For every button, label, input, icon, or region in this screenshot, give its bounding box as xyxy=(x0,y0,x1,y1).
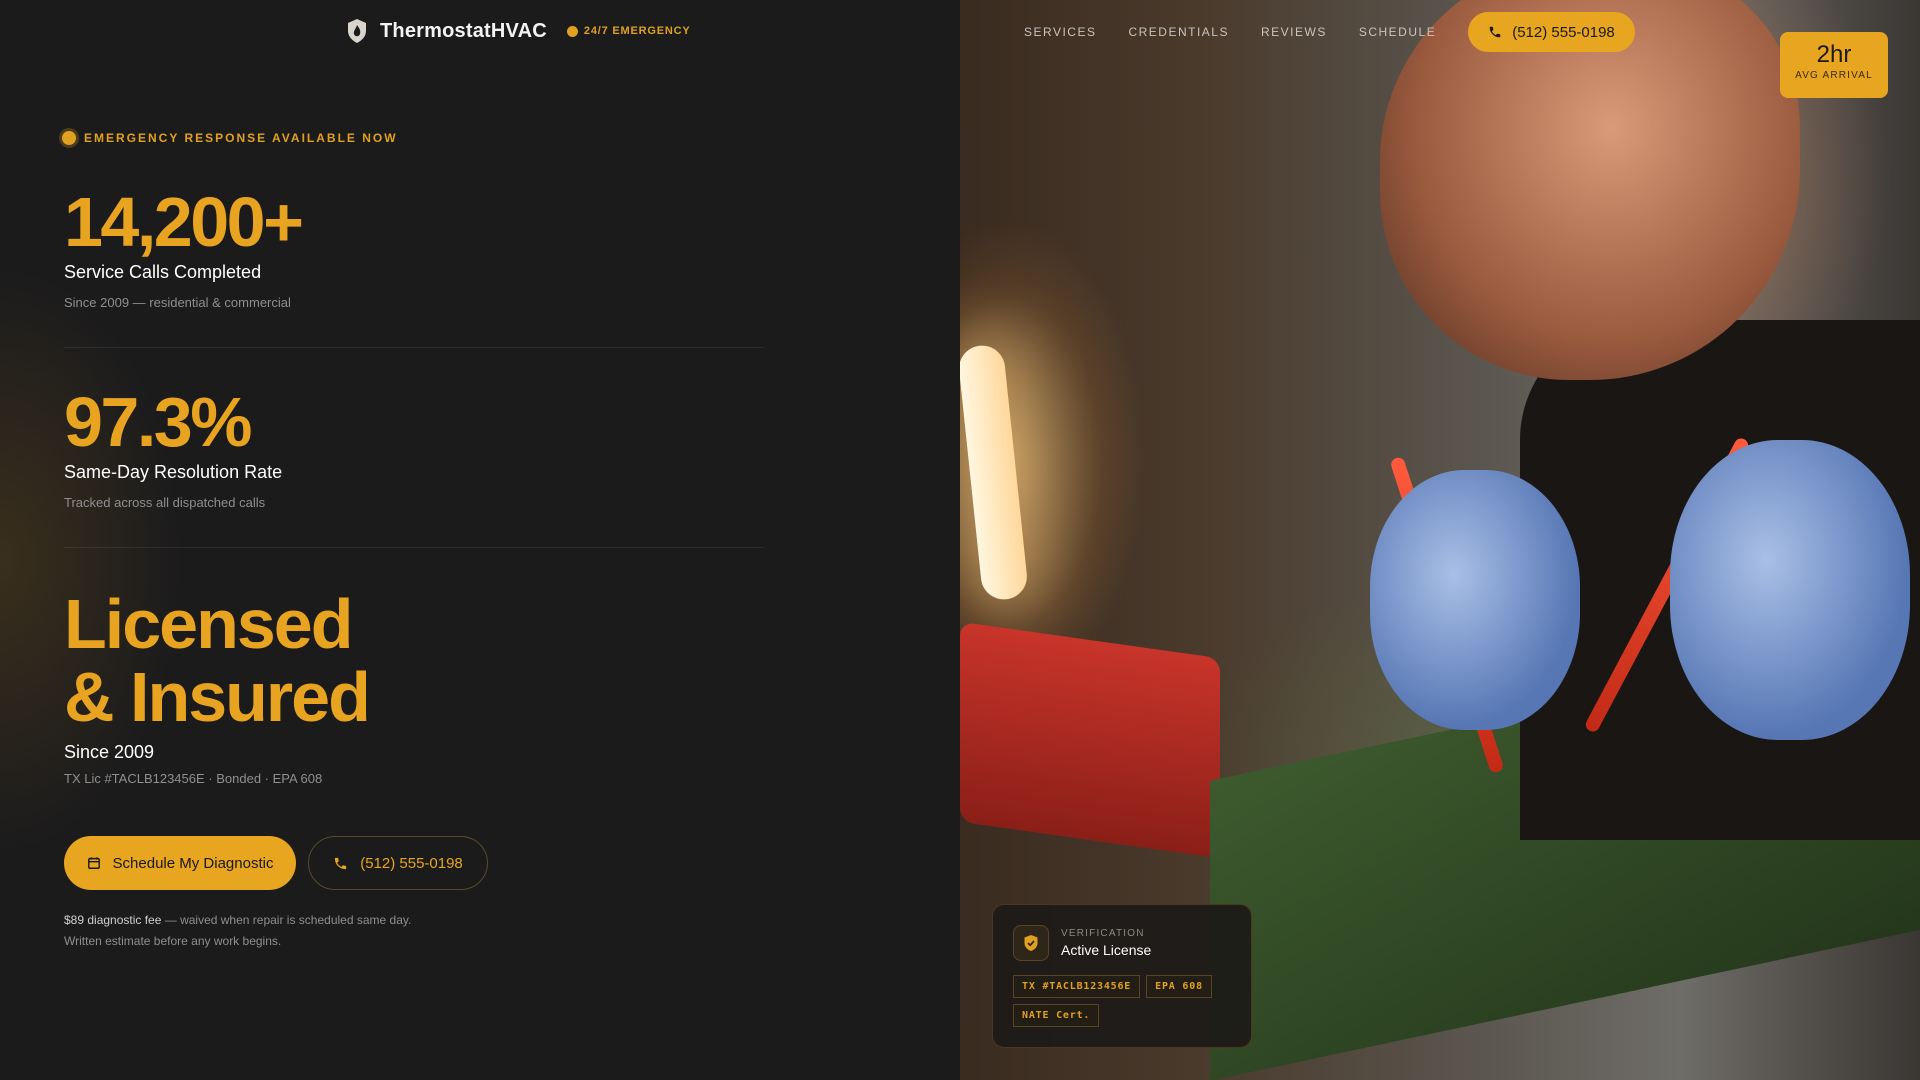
since-year: Since 2009 xyxy=(64,742,155,762)
nav-credentials[interactable]: CREDENTIALS xyxy=(1128,25,1229,39)
brand-name: ThermostatHVAC xyxy=(380,19,547,42)
verification-card: VERIFICATION Active License TX #TACLB123… xyxy=(992,904,1252,1048)
stat-subtext: Since 2009 — residential & commercial xyxy=(64,295,291,310)
emergency-label: 24/7 EMERGENCY xyxy=(583,25,691,37)
verification-kicker: VERIFICATION xyxy=(1061,928,1145,939)
phone-icon xyxy=(1489,26,1501,38)
fee-terms: — waived when repair is scheduled same d… xyxy=(161,913,412,927)
fee-amount: $89 diagnostic fee xyxy=(64,913,162,927)
work-lamp xyxy=(960,343,1030,602)
stat-label: Service Calls Completed xyxy=(64,262,262,282)
gloved-hand xyxy=(1370,470,1580,730)
credential-tag-nate: NATE Cert. xyxy=(1013,1004,1100,1027)
phone-icon xyxy=(335,857,347,869)
calendar-icon xyxy=(87,857,100,869)
diagnostic-fee-note: $89 diagnostic fee — waived when repair … xyxy=(64,910,411,952)
stat-value: 97.3% xyxy=(64,383,252,461)
emergency-badge: 24/7 EMERGENCY xyxy=(566,25,691,37)
verification-title: Active License xyxy=(1061,942,1152,958)
main-nav: SERVICES CREDENTIALS REVIEWS SCHEDULE (5… xyxy=(1024,12,1635,52)
flame-shield-icon xyxy=(346,18,368,44)
status-dot-icon xyxy=(566,25,578,37)
brand[interactable]: ThermostatHVAC 24/7 EMERGENCY xyxy=(346,18,690,44)
call-phone-button[interactable]: (512) 555-0198 xyxy=(308,836,488,890)
stat-label: Same-Day Resolution Rate xyxy=(64,462,283,482)
headline-line: Licensed xyxy=(64,585,353,663)
arrival-label: AVG ARRIVAL xyxy=(1795,70,1873,81)
stat-resolution-rate: 97.3% Same-Day Resolution Rate Tracked a… xyxy=(64,384,282,510)
call-phone-label: (512) 555-0198 xyxy=(360,854,463,872)
stat-service-calls: 14,200+ Service Calls Completed Since 20… xyxy=(64,183,304,310)
verification-header: VERIFICATION Active License xyxy=(1013,925,1231,961)
shield-icon xyxy=(1013,925,1049,961)
license-details: TX Lic #TACLB123456E · Bonded · EPA 608 xyxy=(64,771,323,786)
availability-text: EMERGENCY RESPONSE AVAILABLE NOW xyxy=(84,131,398,145)
divider xyxy=(64,547,764,548)
headline-line: & Insured xyxy=(64,658,371,736)
credential-tags: TX #TACLB123456E EPA 608 NATE Cert. xyxy=(1013,975,1231,1027)
nav-call-button[interactable]: (512) 555-0198 xyxy=(1468,12,1635,52)
nav-reviews[interactable]: REVIEWS xyxy=(1261,25,1327,39)
nav-services[interactable]: SERVICES xyxy=(1024,25,1096,39)
stat-subtext: Tracked across all dispatched calls xyxy=(64,495,266,510)
fee-line-1: $89 diagnostic fee — waived when repair … xyxy=(64,910,411,931)
avg-arrival-badge: 2hr AVG ARRIVAL xyxy=(1780,32,1888,98)
credential-tag-epa: EPA 608 xyxy=(1146,975,1212,998)
licensed-headline: Licensed & Insured xyxy=(64,585,371,736)
stat-value: 14,200+ xyxy=(64,183,304,261)
fee-line-2: Written estimate before any work begins. xyxy=(64,934,282,948)
schedule-diagnostic-button[interactable]: Schedule My Diagnostic xyxy=(64,836,296,890)
credential-tag-license: TX #TACLB123456E xyxy=(1013,975,1141,998)
arrival-value: 2hr xyxy=(1816,41,1852,68)
multimeter xyxy=(960,621,1220,859)
nav-call-label: (512) 555-0198 xyxy=(1512,23,1615,41)
gloved-hand xyxy=(1670,440,1910,740)
nav-schedule[interactable]: SCHEDULE xyxy=(1359,25,1436,39)
divider xyxy=(64,347,764,348)
availability-status: EMERGENCY RESPONSE AVAILABLE NOW xyxy=(62,131,398,145)
live-dot-icon xyxy=(62,131,76,145)
schedule-diagnostic-label: Schedule My Diagnostic xyxy=(112,854,274,872)
